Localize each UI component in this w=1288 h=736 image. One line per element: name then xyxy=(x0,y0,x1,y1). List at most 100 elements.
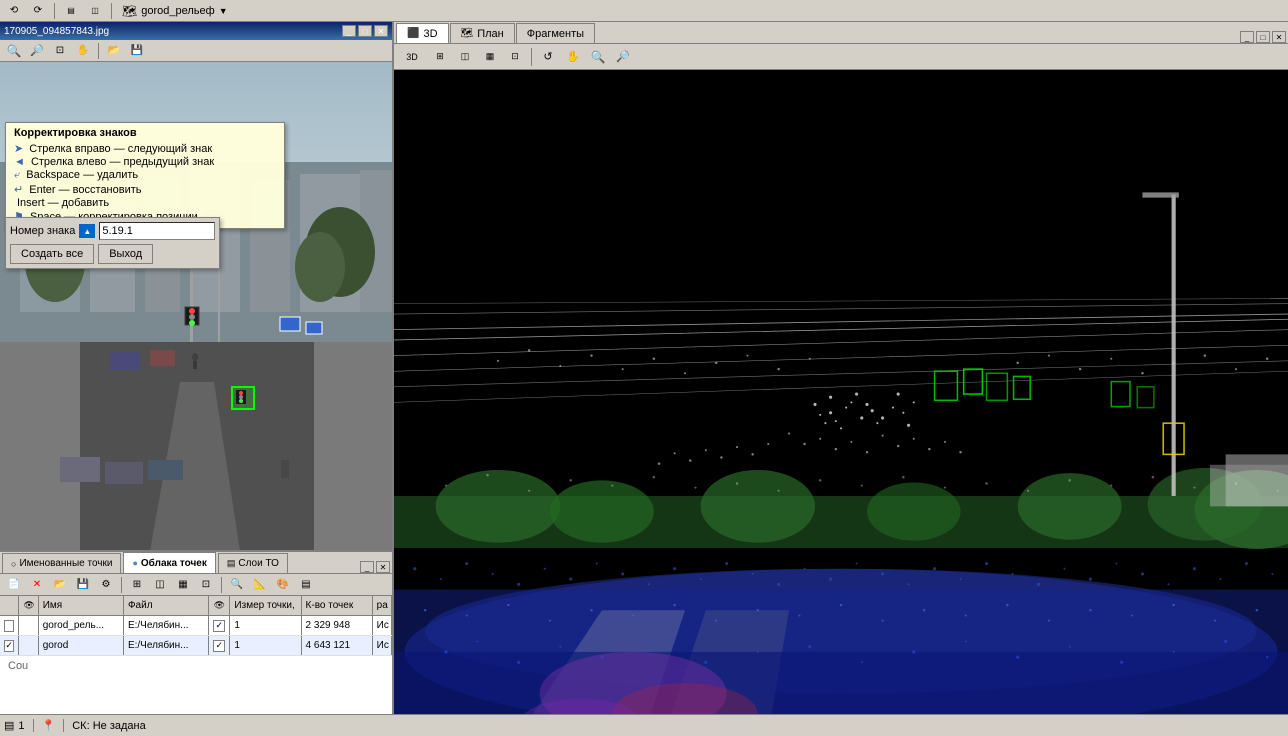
pc-tool4-btn[interactable]: ⊡ xyxy=(196,576,216,594)
panel-tabs: ○ Именованные точки ● Облака точек ▤ Сло… xyxy=(0,552,392,574)
viewport-3d[interactable] xyxy=(394,70,1288,714)
pc-layers-btn[interactable]: ▤ xyxy=(296,576,316,594)
col-header-pts: К-во точек xyxy=(302,596,373,615)
zoom-out-btn[interactable]: 🔎 xyxy=(612,47,634,67)
toolbar-btn-1[interactable]: ⟲ xyxy=(4,2,24,20)
photo-save-btn[interactable]: 💾 xyxy=(127,42,147,60)
enter-icon: ↵ xyxy=(14,184,23,196)
pc-tool1-btn[interactable]: ⊞ xyxy=(127,576,147,594)
toolbar-btn-3[interactable]: ▤ xyxy=(61,2,81,20)
context-menu-title: Корректировка знаков xyxy=(14,127,276,139)
pc-measure-btn[interactable]: 📐 xyxy=(250,576,270,594)
bottom-panel: ○ Именованные точки ● Облака точек ▤ Сло… xyxy=(0,552,392,714)
row2-meas: 1 xyxy=(230,636,301,655)
photo-open-btn[interactable]: 📂 xyxy=(104,42,124,60)
row1-vis-checkbox[interactable] xyxy=(213,620,225,632)
row1-meas: 1 xyxy=(230,616,301,635)
pc-zoom-btn[interactable]: 🔍 xyxy=(227,576,247,594)
sign-number-field[interactable]: 5.19.1 xyxy=(99,222,215,240)
col-header-file: Файл xyxy=(124,596,209,615)
close-btn[interactable]: ✕ xyxy=(374,25,388,37)
3d-tab-icon: ⬛ xyxy=(407,28,419,39)
rotate-btn[interactable]: ↺ xyxy=(537,47,559,67)
pc-color-btn[interactable]: 🎨 xyxy=(273,576,293,594)
maximize-btn[interactable]: □ xyxy=(358,25,372,37)
sign-number-row: Номер знака ▲ 5.19.1 xyxy=(10,222,215,240)
arrow-left-icon: ◄ xyxy=(14,156,25,168)
pc-tool3-btn[interactable]: ▦ xyxy=(173,576,193,594)
photo-fit-btn[interactable]: ⊡ xyxy=(50,42,70,60)
panel-close-btn[interactable]: ✕ xyxy=(376,561,390,573)
row1-r: Ис xyxy=(373,616,392,635)
tab-fragments[interactable]: Фрагменты xyxy=(516,23,595,43)
pc-delete-btn[interactable]: ✕ xyxy=(27,576,47,594)
pc-sep2 xyxy=(221,577,222,593)
tab-to-layers[interactable]: ▤ Слои ТО xyxy=(218,553,288,573)
tab-plan[interactable]: 🗺 План xyxy=(450,23,515,43)
pc-new-btn[interactable]: 📄 xyxy=(4,576,24,594)
pc-settings-btn[interactable]: ⚙ xyxy=(96,576,116,594)
toolbar-btn-4[interactable]: ◫ xyxy=(85,2,105,20)
view-3d-btn[interactable]: 3D xyxy=(398,47,426,67)
photo-sep1 xyxy=(98,43,99,59)
photo-titlebar-btns: _ □ ✕ xyxy=(342,25,388,37)
pan-btn[interactable]: ✋ xyxy=(562,47,584,67)
sign-input-label: Номер знака xyxy=(10,225,75,237)
row1-vis[interactable] xyxy=(209,616,230,635)
table-header: 👁 Имя Файл 👁 Измер точки, К-во точек xyxy=(0,596,392,616)
table-row[interactable]: gorod_рель... Е:/Челябин... 1 2 329 948 xyxy=(0,616,392,636)
exit-btn[interactable]: Выход xyxy=(98,244,153,264)
view-top-btn[interactable]: ⊞ xyxy=(429,47,451,67)
create-all-btn[interactable]: Создать все xyxy=(10,244,94,264)
view-fit-btn[interactable]: ⊡ xyxy=(504,47,526,67)
separator-2 xyxy=(111,3,112,19)
row1-checkbox[interactable] xyxy=(4,620,14,632)
panel-minimize-btn[interactable]: _ xyxy=(360,561,374,573)
right-maximize-btn[interactable]: □ xyxy=(1256,31,1270,43)
row1-check[interactable] xyxy=(0,616,19,635)
zoom-btn[interactable]: 🔍 xyxy=(587,47,609,67)
col-header-name: Имя xyxy=(39,596,124,615)
row2-check[interactable] xyxy=(0,636,19,655)
toolbar-btn-2[interactable]: ⟳ xyxy=(28,2,48,20)
row2-eye[interactable] xyxy=(19,636,38,655)
row2-checkbox[interactable] xyxy=(4,640,14,652)
layers-icon: ▤ xyxy=(4,719,14,732)
bottom-status-text: Cou xyxy=(0,656,392,676)
row2-file: Е:/Челябин... xyxy=(124,636,209,655)
row1-eye[interactable] xyxy=(19,616,38,635)
tab-named-points[interactable]: ○ Именованные точки xyxy=(2,553,121,573)
view-ortho-btn[interactable]: ▦ xyxy=(479,47,501,67)
right-panel-btns: _ □ ✕ xyxy=(1240,31,1286,43)
row2-vis[interactable] xyxy=(209,636,230,655)
app-icon: 🗺 xyxy=(122,4,137,18)
minimize-btn[interactable]: _ xyxy=(342,25,356,37)
photo-zoom-in-btn[interactable]: 🔍 xyxy=(4,42,24,60)
top-toolbar: ⟲ ⟳ ▤ ◫ 🗺 gorod_рельеф ▼ xyxy=(0,0,1288,22)
col-header-meas: Измер точки, xyxy=(230,596,301,615)
context-menu-item-0: ➤ Стрелка вправо — следующий знак xyxy=(14,142,276,155)
pc-open-btn[interactable]: 📂 xyxy=(50,576,70,594)
photo-zoom-out-btn[interactable]: 🔎 xyxy=(27,42,47,60)
photo-title: 170905_094857843.jpg xyxy=(4,26,109,37)
tab-point-clouds[interactable]: ● Облака точек xyxy=(123,552,215,573)
right-minimize-btn[interactable]: _ xyxy=(1240,31,1254,43)
col-header-vis: 👁 xyxy=(209,596,230,615)
location-icon: 📍 xyxy=(42,719,56,732)
context-menu-item-4: Insert — добавить xyxy=(14,197,276,209)
photo-pan-btn[interactable]: ✋ xyxy=(73,42,93,60)
photo-window: 170905_094857843.jpg _ □ ✕ 🔍 🔎 ⊡ ✋ 📂 💾 xyxy=(0,22,392,552)
pc-save-btn[interactable]: 💾 xyxy=(73,576,93,594)
backspace-icon: ⤶ xyxy=(14,169,20,181)
row2-vis-checkbox[interactable] xyxy=(213,640,225,652)
context-menu-item-3: ↵ Enter — восстановить xyxy=(14,183,276,196)
view-perspective-btn[interactable]: ◫ xyxy=(454,47,476,67)
row2-name: gorod xyxy=(39,636,124,655)
statusbar-layer-count: 1 xyxy=(18,720,24,732)
tab-3d[interactable]: ⬛ 3D xyxy=(396,23,449,43)
plan-tab-icon: 🗺 xyxy=(461,28,474,39)
app-title-dropdown[interactable]: ▼ xyxy=(219,6,228,16)
table-row[interactable]: gorod Е:/Челябин... 1 4 643 121 xyxy=(0,636,392,656)
pc-tool2-btn[interactable]: ◫ xyxy=(150,576,170,594)
right-close-btn[interactable]: ✕ xyxy=(1272,31,1286,43)
